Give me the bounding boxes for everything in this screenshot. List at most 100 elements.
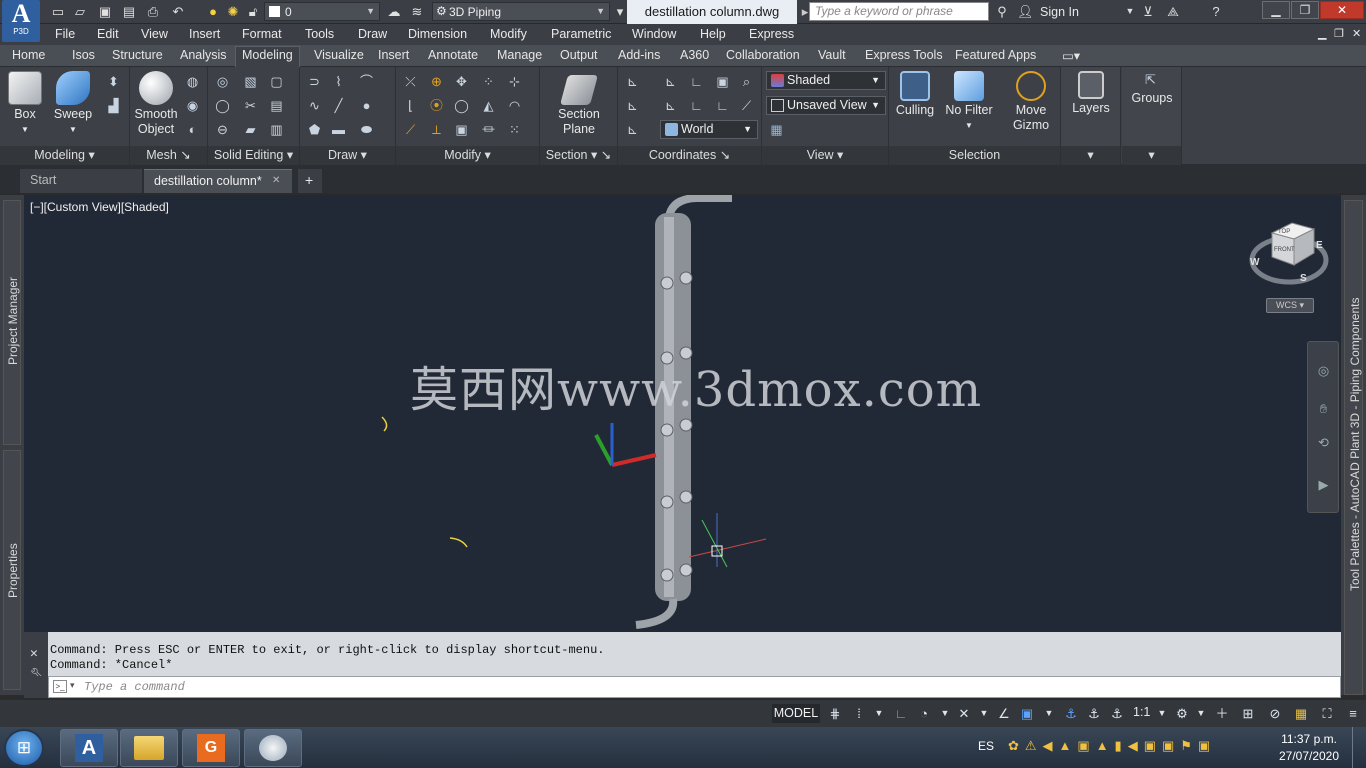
ucs-world-icon[interactable]: ⊾ xyxy=(662,73,679,90)
arc-icon[interactable]: ⌒ xyxy=(358,73,375,90)
panel-title-section[interactable]: Section ▾ ↘ xyxy=(540,146,617,165)
tab-vault[interactable]: Vault xyxy=(818,48,846,62)
mirror-icon[interactable]: ◭ xyxy=(480,97,497,114)
tab-collaboration[interactable]: Collaboration xyxy=(726,48,800,62)
ucs-3point-icon[interactable]: ⟋ xyxy=(738,97,755,114)
ucs-icon[interactable]: ⊾ xyxy=(624,73,641,90)
tab-isos[interactable]: Isos xyxy=(72,48,95,62)
clock-date[interactable]: 27/07/2020 xyxy=(1276,749,1342,763)
sign-in-link[interactable]: Sign In xyxy=(1040,5,1079,19)
panel-title-mesh[interactable]: Mesh ↘ xyxy=(130,146,207,165)
isodraft-menu-icon[interactable]: ▼ xyxy=(975,705,993,722)
pan-icon[interactable]: ✋︎ xyxy=(1315,400,1332,417)
ucs-object-icon[interactable]: ⊾ xyxy=(662,97,679,114)
taskbar-paint[interactable] xyxy=(244,729,302,767)
isodraft-icon[interactable]: ✕ xyxy=(955,705,973,722)
command-prompt-icon[interactable]: >_ xyxy=(53,680,67,693)
imprint-icon[interactable]: ▰ xyxy=(242,121,259,138)
culling-button[interactable]: Culling xyxy=(893,71,937,118)
tab-home[interactable]: Home xyxy=(12,48,45,62)
mesh-crease-icon[interactable]: ◐ xyxy=(184,121,201,138)
offset-icon[interactable]: ◠ xyxy=(506,97,523,114)
cart-icon[interactable]: ⊻ xyxy=(1140,4,1156,19)
user-icon[interactable]: 👤︎ xyxy=(1017,4,1034,19)
ortho-icon[interactable]: ∟ xyxy=(892,705,910,722)
3d-align-icon[interactable]: ⟂ xyxy=(428,121,445,138)
tab-insert[interactable]: Insert xyxy=(378,48,409,62)
layer-dropdown[interactable]: 0 ▼ xyxy=(264,2,380,21)
chevron-down-icon[interactable]: ▼ xyxy=(1122,4,1138,19)
sweep-button[interactable]: Sweep ▼ xyxy=(52,71,94,137)
tab-visualize[interactable]: Visualize xyxy=(314,48,364,62)
qat-customize-icon[interactable]: ▾ xyxy=(612,4,628,19)
tab-express-tools[interactable]: Express Tools xyxy=(865,48,943,62)
ucs-z-icon[interactable]: ∟ xyxy=(714,97,731,114)
layers-button[interactable]: Layers xyxy=(1071,71,1111,116)
tab-structure[interactable]: Structure xyxy=(112,48,163,62)
object-snap-icon[interactable]: ▣ xyxy=(1018,705,1036,722)
viewcube-front-label[interactable]: FRONT xyxy=(1274,247,1295,253)
lightbulb-icon[interactable]: ● xyxy=(205,4,221,19)
taskbar-pdf[interactable]: G xyxy=(182,729,240,767)
array-icon[interactable]: ⏛ xyxy=(480,121,497,138)
customization-icon[interactable]: ≡ xyxy=(1344,705,1362,722)
tray-icons[interactable]: ✿⚠◀▲▣▲▮◀▣▣⚑▣ xyxy=(1008,738,1216,754)
hardware-acceleration-icon[interactable]: ▦ xyxy=(1292,705,1310,722)
a360-icon[interactable]: ⟁ xyxy=(1165,4,1181,19)
separate-icon[interactable]: ▤ xyxy=(268,97,285,114)
command-input[interactable]: >_ ▾ Type a command xyxy=(48,676,1341,698)
helix-icon[interactable]: ⌇ xyxy=(330,73,347,90)
compass-south-label[interactable]: S xyxy=(1300,273,1307,284)
layer-states-icon[interactable]: ≋ xyxy=(409,4,425,19)
isolate-objects-icon[interactable]: ⊘ xyxy=(1266,705,1284,722)
close-command-icon[interactable]: ✕ xyxy=(30,646,38,661)
menu-modify[interactable]: Modify xyxy=(490,27,527,41)
annotation-monitor-icon[interactable]: ＋ xyxy=(1213,705,1231,722)
menu-help[interactable]: Help xyxy=(700,27,726,41)
panel-title-selection[interactable]: Selection xyxy=(889,146,1060,165)
compass-west-label[interactable]: W xyxy=(1250,257,1259,268)
tab-output[interactable]: Output xyxy=(560,48,598,62)
tab-featured-apps[interactable]: Featured Apps xyxy=(955,48,1036,62)
panel-title-modeling[interactable]: Modeling ▾ xyxy=(0,146,129,165)
polar-menu-icon[interactable]: ▼ xyxy=(936,705,954,722)
polar-icon[interactable]: ◔ xyxy=(915,705,933,722)
workspace-switch-icon[interactable]: ⚙ xyxy=(1173,705,1191,722)
save-as-icon[interactable]: ▤ xyxy=(121,4,137,19)
slice-icon[interactable]: ✂ xyxy=(242,97,259,114)
menu-window[interactable]: Window xyxy=(632,27,676,41)
save-icon[interactable]: ▣ xyxy=(97,4,113,19)
ucs-view-icon[interactable]: ∟ xyxy=(688,97,705,114)
tab-manage[interactable]: Manage xyxy=(497,48,542,62)
shell-icon[interactable]: ▥ xyxy=(268,121,285,138)
presspull-icon[interactable]: ⬍ xyxy=(105,73,122,90)
model-space-button[interactable]: MODEL xyxy=(772,704,820,723)
taskbar-autocad[interactable]: A xyxy=(60,729,118,767)
sun-icon[interactable]: ✺ xyxy=(225,4,241,19)
groups-button[interactable]: Groups xyxy=(1127,91,1177,106)
box-button[interactable]: Box ▼ xyxy=(6,71,44,137)
auto-scale-icon[interactable]: ⚓︎ xyxy=(1085,705,1103,722)
grid-icon[interactable]: ⋕ xyxy=(826,705,844,722)
3d-scale-icon[interactable]: ⦿ xyxy=(428,97,445,114)
menu-tools[interactable]: Tools xyxy=(305,27,334,41)
menu-parametric[interactable]: Parametric xyxy=(551,27,611,41)
stretch-icon[interactable]: ⟋ xyxy=(402,121,419,138)
compass-east-label[interactable]: E xyxy=(1316,240,1323,251)
viewports-icon[interactable]: ▦ xyxy=(768,121,785,138)
tab-analysis[interactable]: Analysis xyxy=(180,48,227,62)
layer-tools-icon[interactable]: ☁ xyxy=(386,4,402,19)
app-menu-button[interactable]: A P3D xyxy=(2,0,40,42)
ucs-icon-properties[interactable]: ⌕ xyxy=(738,73,755,90)
named-view-dropdown[interactable]: Unsaved View ▼ xyxy=(766,96,886,115)
spline-icon[interactable]: ∿ xyxy=(306,97,323,114)
polysolid-icon[interactable]: ▟ xyxy=(105,97,122,114)
visual-style-dropdown[interactable]: Shaded ▼ xyxy=(766,71,886,90)
menu-file[interactable]: File xyxy=(55,27,75,41)
menu-express[interactable]: Express xyxy=(749,27,794,41)
3d-array-icon[interactable]: ⁘ xyxy=(480,73,497,90)
intersect-icon[interactable]: ⊖ xyxy=(214,121,231,138)
clock-time[interactable]: 11:37 p.m. xyxy=(1276,732,1342,746)
coordinate-system-dropdown[interactable]: World ▼ xyxy=(660,120,758,139)
steering-wheel-icon[interactable]: ◎ xyxy=(1315,362,1332,379)
